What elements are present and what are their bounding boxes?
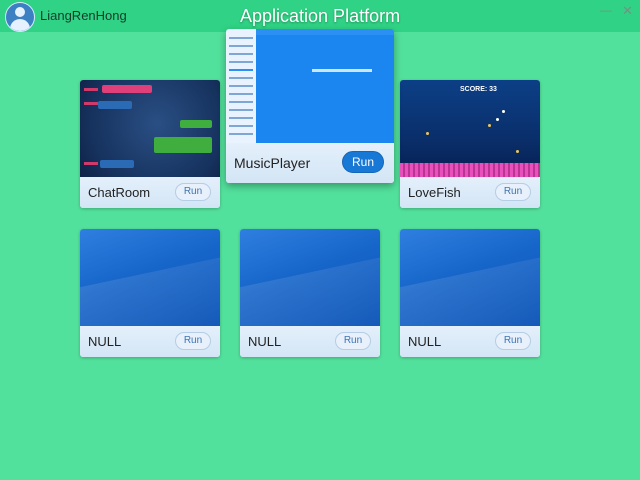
playlist-item xyxy=(229,53,253,55)
card-footer: MusicPlayer Run xyxy=(226,143,394,183)
playlist-item xyxy=(229,125,253,127)
coral-decoration xyxy=(400,163,540,177)
app-name-lovefish: LoveFish xyxy=(408,185,461,200)
playlist-panel xyxy=(226,29,256,143)
avatar[interactable] xyxy=(5,2,35,32)
null-thumbnail xyxy=(400,229,540,326)
chat-sender-mark xyxy=(84,88,98,91)
chat-bubble xyxy=(180,120,212,128)
musicplayer-thumbnail xyxy=(226,29,394,143)
playlist-item xyxy=(229,37,253,39)
playlist-item xyxy=(229,117,253,119)
run-button-null-3[interactable]: Run xyxy=(495,332,531,350)
app-name-null: NULL xyxy=(88,334,122,349)
run-button-null-1[interactable]: Run xyxy=(175,332,211,350)
app-name-null: NULL xyxy=(408,334,442,349)
fish-food-dot xyxy=(502,110,505,113)
playlist-item-selected xyxy=(229,69,253,71)
title-bar: LiangRenHong Application Platform — ✕ xyxy=(0,0,640,32)
null-thumbnail xyxy=(80,229,220,326)
chat-bubble xyxy=(102,85,152,93)
app-card-lovefish[interactable]: SCORE: 33 LoveFish Run xyxy=(400,80,540,208)
app-name-musicplayer: MusicPlayer xyxy=(234,155,311,171)
app-card-null-3[interactable]: NULL Run xyxy=(400,229,540,357)
app-card-null-1[interactable]: NULL Run xyxy=(80,229,220,357)
avatar-head-shape xyxy=(15,7,25,17)
app-title: Application Platform xyxy=(240,6,401,26)
playlist-item xyxy=(229,85,253,87)
app-card-musicplayer[interactable]: MusicPlayer Run xyxy=(226,29,394,183)
avatar-body-shape xyxy=(10,19,30,31)
lovefish-thumbnail: SCORE: 33 xyxy=(400,80,540,177)
app-card-null-2[interactable]: NULL Run xyxy=(240,229,380,357)
username-label: LiangRenHong xyxy=(40,8,127,23)
card-footer: ChatRoom Run xyxy=(80,177,220,208)
score-label: SCORE: 33 xyxy=(460,86,497,93)
run-button-musicplayer[interactable]: Run xyxy=(342,151,384,173)
chat-sender-mark xyxy=(84,162,98,165)
fish-food-dot xyxy=(496,118,499,121)
null-thumbnail xyxy=(240,229,380,326)
chat-bubble xyxy=(154,137,212,153)
playlist-item xyxy=(229,77,253,79)
now-playing-caption xyxy=(312,69,372,72)
app-name-null: NULL xyxy=(248,334,282,349)
minimize-icon[interactable]: — xyxy=(600,3,612,17)
playlist-item xyxy=(229,61,253,63)
fish-food-dot xyxy=(426,132,429,135)
close-icon[interactable]: ✕ xyxy=(622,3,633,19)
fish-food-dot xyxy=(488,124,491,127)
run-button-null-2[interactable]: Run xyxy=(335,332,371,350)
playlist-item xyxy=(229,133,253,135)
card-footer: NULL Run xyxy=(240,326,380,357)
playlist-item xyxy=(229,101,253,103)
playlist-item xyxy=(229,93,253,95)
app-card-chatroom[interactable]: ChatRoom Run xyxy=(80,80,220,208)
run-button-lovefish[interactable]: Run xyxy=(495,183,531,201)
playlist-item xyxy=(229,45,253,47)
player-top-bar xyxy=(256,29,394,35)
card-footer: NULL Run xyxy=(80,326,220,357)
app-name-chatroom: ChatRoom xyxy=(88,185,151,200)
card-footer: NULL Run xyxy=(400,326,540,357)
run-button-chatroom[interactable]: Run xyxy=(175,183,211,201)
chat-bubble xyxy=(100,160,134,168)
chatroom-thumbnail xyxy=(80,80,220,177)
chat-bubble xyxy=(98,101,132,109)
card-footer: LoveFish Run xyxy=(400,177,540,208)
chat-sender-mark xyxy=(84,102,98,105)
playlist-item xyxy=(229,109,253,111)
fish-food-dot xyxy=(516,150,519,153)
